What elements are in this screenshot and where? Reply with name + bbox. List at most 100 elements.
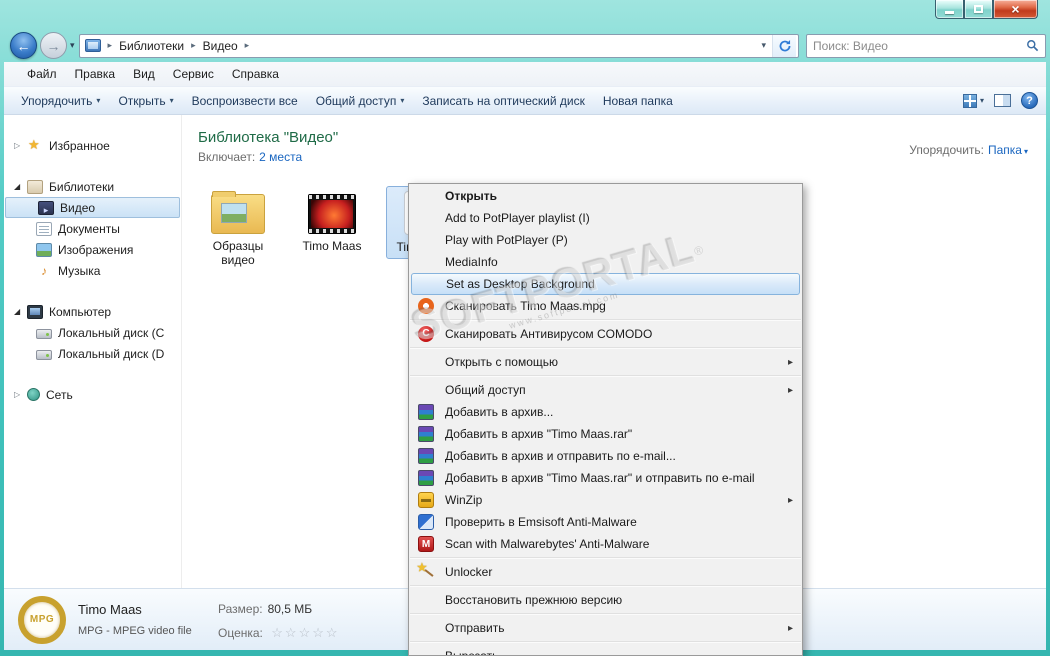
- star-outline-icon[interactable]: ☆: [312, 625, 326, 640]
- context-menu-item[interactable]: Добавить в архив и отправить по e-mail..…: [409, 445, 802, 467]
- toolbar-right: ▾ ?: [962, 92, 1038, 109]
- sidebar-item[interactable]: Видео: [5, 197, 180, 218]
- toolbar-button[interactable]: Общий доступ ▾: [307, 90, 414, 112]
- context-menu-item-label: Set as Desktop Background: [446, 277, 595, 291]
- back-button[interactable]: ←: [10, 32, 37, 59]
- context-menu-item[interactable]: Add to PotPlayer playlist (I): [409, 207, 802, 229]
- breadcrumb-chevron-icon[interactable]: ▸: [104, 40, 117, 51]
- size-value: 80,5 МБ: [267, 601, 313, 616]
- context-menu-item[interactable]: Unlocker: [409, 560, 802, 583]
- sidebar-item-label: Избранное: [49, 138, 110, 153]
- sidebar-item-label: Компьютер: [49, 304, 112, 319]
- maximize-button[interactable]: [964, 0, 993, 19]
- star-outline-icon[interactable]: ☆: [299, 625, 313, 640]
- help-button[interactable]: ?: [1021, 92, 1038, 109]
- expander-icon[interactable]: ◢: [14, 182, 27, 191]
- menubar-item[interactable]: Справка: [223, 64, 288, 84]
- star-outline-icon[interactable]: ☆: [326, 625, 340, 640]
- context-menu-item[interactable]: MediaInfo: [409, 251, 802, 273]
- window-titlebar[interactable]: ×: [0, 0, 1050, 30]
- breadcrumb-item[interactable]: Видео: [200, 38, 241, 54]
- winrar-icon: [418, 470, 434, 486]
- menubar-item[interactable]: Сервис: [164, 64, 223, 84]
- toolbar-button[interactable]: Воспроизвести все: [183, 90, 307, 112]
- toolbar-button[interactable]: Новая папка: [594, 90, 682, 112]
- folder-picture-preview: [221, 203, 247, 223]
- computer-icon: [27, 304, 43, 319]
- context-menu-item[interactable]: Общий доступ ▸: [409, 379, 802, 401]
- file-item[interactable]: Timo Maas: [292, 186, 372, 257]
- forward-button[interactable]: →: [40, 32, 67, 59]
- file-item[interactable]: Образцы видео: [198, 186, 278, 271]
- breadcrumb-chevron-icon[interactable]: ▸: [241, 40, 254, 51]
- sidebar-item[interactable]: Локальный диск (D: [4, 343, 181, 364]
- breadcrumb-chevron-icon[interactable]: ▸: [187, 40, 200, 51]
- close-button[interactable]: ×: [993, 0, 1038, 19]
- change-view-button[interactable]: ▾: [962, 93, 984, 108]
- sidebar-item-label: Видео: [60, 200, 96, 215]
- sidebar-item[interactable]: ▷ Сеть: [4, 384, 181, 405]
- sidebar-item[interactable]: Документы: [4, 218, 181, 239]
- arrange-value[interactable]: Папка: [988, 143, 1022, 157]
- video-library-icon: [38, 200, 54, 215]
- minimize-button[interactable]: [935, 0, 964, 19]
- menubar-item[interactable]: Файл: [18, 64, 66, 84]
- close-icon: ×: [1011, 1, 1020, 17]
- winzip-icon: [418, 492, 434, 508]
- search-icon[interactable]: [1026, 39, 1039, 52]
- expander-icon[interactable]: ◢: [14, 307, 27, 316]
- sidebar-item[interactable]: ▷ Избранное: [4, 135, 181, 156]
- context-menu-item[interactable]: Добавить в архив...: [409, 401, 802, 423]
- context-menu-item[interactable]: Восстановить прежнюю версию: [409, 589, 802, 611]
- context-menu-item[interactable]: Добавить в архив "Timo Maas.rar" и отпра…: [409, 467, 802, 489]
- search-box[interactable]: [806, 33, 1046, 58]
- star-icon: [27, 137, 43, 153]
- toolbar-button[interactable]: Записать на оптический диск: [413, 90, 594, 112]
- winrar-icon: [418, 448, 434, 464]
- search-input[interactable]: [813, 38, 1026, 53]
- context-menu-item[interactable]: WinZip ▸: [409, 489, 802, 511]
- toolbar-button[interactable]: Упорядочить ▾: [12, 90, 109, 112]
- sidebar-item[interactable]: Локальный диск (C: [4, 322, 181, 343]
- context-menu-item[interactable]: M Scan with Malwarebytes' Anti-Malware: [409, 533, 802, 555]
- context-menu-item-label: Добавить в архив и отправить по e-mail..…: [445, 449, 676, 463]
- expander-icon[interactable]: ▷: [14, 141, 27, 150]
- sidebar-item[interactable]: ◢ Библиотеки: [4, 176, 181, 197]
- context-menu-item[interactable]: Set as Desktop Background: [411, 273, 800, 295]
- context-menu-item[interactable]: Вырезать: [409, 645, 802, 655]
- sidebar-item[interactable]: Музыка: [4, 260, 181, 281]
- sidebar-item[interactable]: ◢ Компьютер: [4, 301, 181, 322]
- context-menu-item[interactable]: Отправить ▸: [409, 617, 802, 639]
- chevron-down-icon: ▾: [169, 96, 174, 105]
- arrange-by-control[interactable]: Упорядочить: Папка ▾: [909, 143, 1028, 157]
- disk-icon: [36, 328, 52, 339]
- sidebar-item[interactable]: Изображения: [4, 239, 181, 260]
- disk-icon: [36, 349, 52, 360]
- context-menu-item[interactable]: Play with PotPlayer (P): [409, 229, 802, 251]
- preview-pane-button[interactable]: [994, 94, 1011, 107]
- context-menu-item[interactable]: Открыть с помощью ▸: [409, 351, 802, 373]
- context-menu-item[interactable]: Проверить в Emsisoft Anti-Malware: [409, 511, 802, 533]
- winrar-icon: [418, 426, 434, 442]
- context-menu-item-label: Сканировать Антивирусом COMODO: [445, 327, 653, 341]
- chevron-down-icon: ▾: [979, 96, 984, 105]
- context-menu-item[interactable]: C Сканировать Антивирусом COMODO: [409, 323, 802, 345]
- recent-pages-dropdown-icon[interactable]: ▾: [70, 40, 75, 51]
- star-outline-icon[interactable]: ☆: [271, 625, 285, 640]
- breadcrumb-item[interactable]: Библиотеки: [116, 38, 187, 54]
- context-menu-item[interactable]: Сканировать Timo Maas.mpg: [409, 295, 802, 317]
- rating-stars[interactable]: ☆☆☆☆☆: [271, 625, 340, 640]
- menubar-item[interactable]: Правка: [66, 64, 125, 84]
- star-outline-icon[interactable]: ☆: [285, 625, 299, 640]
- menu-separator: [410, 375, 801, 376]
- menubar-item[interactable]: Вид: [124, 64, 164, 84]
- context-menu-item[interactable]: Добавить в архив "Timo Maas.rar": [409, 423, 802, 445]
- refresh-button[interactable]: [772, 34, 796, 57]
- details-file-name: Timo Maas: [78, 602, 142, 617]
- address-history-dropdown-icon[interactable]: ▾: [755, 40, 772, 51]
- expander-icon[interactable]: ▷: [14, 390, 27, 399]
- context-menu-item[interactable]: Открыть: [409, 185, 802, 207]
- toolbar-button[interactable]: Открыть ▾: [109, 90, 182, 112]
- includes-locations-link[interactable]: 2 места: [259, 150, 302, 164]
- address-bar[interactable]: ▸ Библиотеки ▸ Видео ▸ ▾: [78, 33, 799, 58]
